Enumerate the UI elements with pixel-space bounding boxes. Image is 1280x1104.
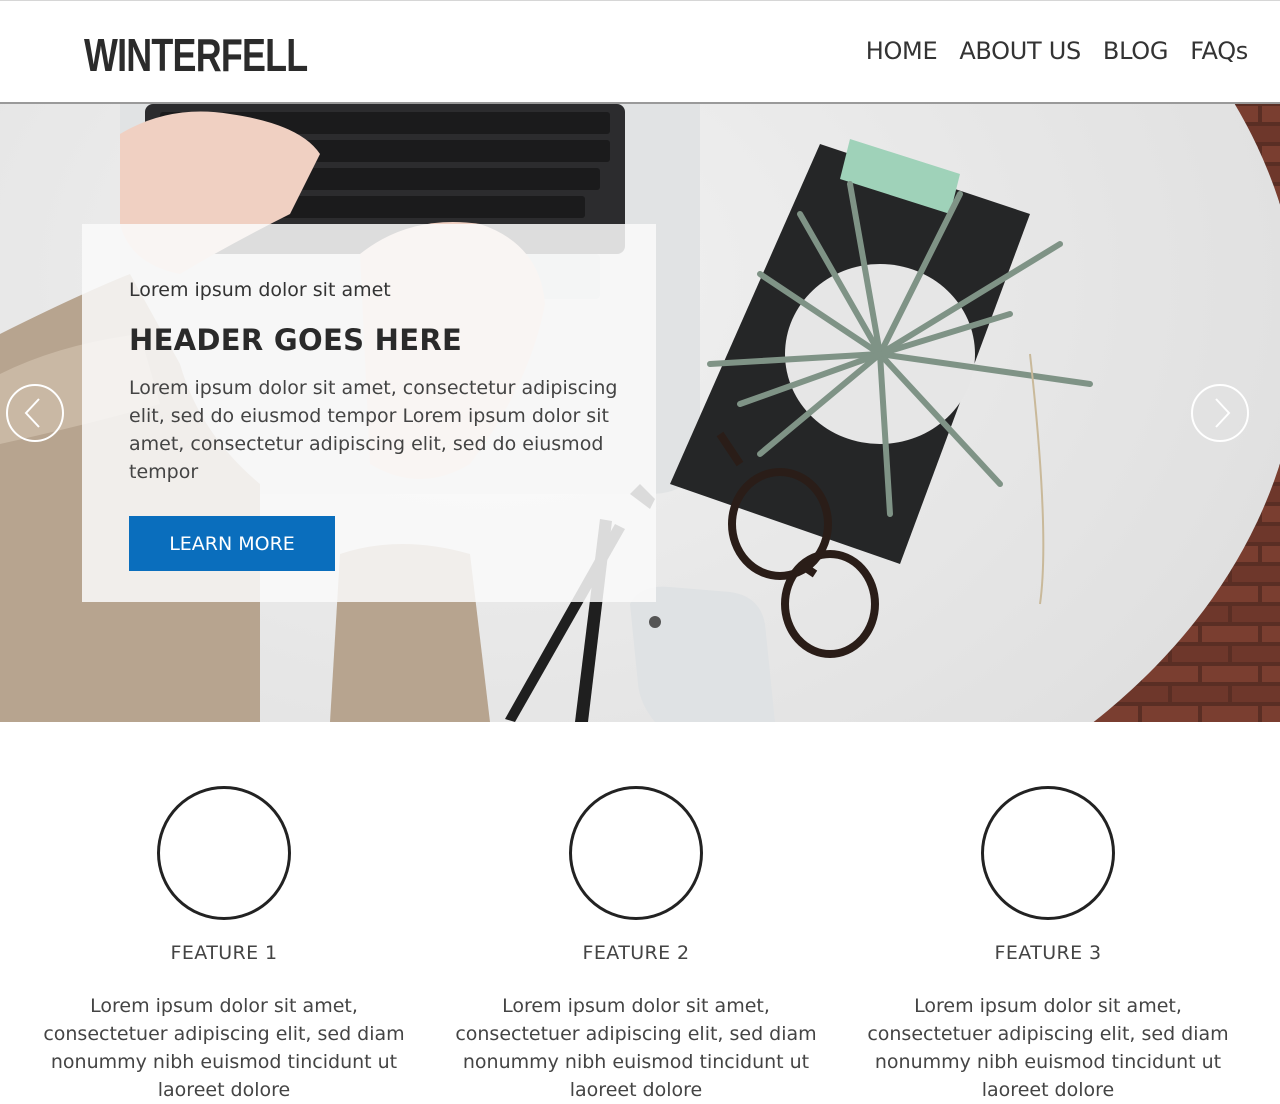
hero-carousel: Lorem ipsum dolor sit amet HEADER GOES H… bbox=[0, 104, 1280, 722]
carousel-prev-button[interactable] bbox=[6, 384, 64, 442]
hero-kicker: Lorem ipsum dolor sit amet bbox=[129, 279, 391, 301]
feature-2-title: FEATURE 2 bbox=[582, 942, 690, 964]
nav-about-us[interactable]: ABOUT US bbox=[959, 37, 1081, 65]
logo[interactable]: WINTERFELL bbox=[84, 27, 308, 83]
features-section: FEATURE 1 Lorem ipsum dolor sit amet, co… bbox=[0, 722, 1280, 1101]
feature-2-circle-icon bbox=[569, 786, 703, 920]
feature-3-circle-icon bbox=[981, 786, 1115, 920]
nav-home[interactable]: HOME bbox=[866, 37, 938, 65]
feature-3-title: FEATURE 3 bbox=[994, 942, 1102, 964]
hero-title: HEADER GOES HERE bbox=[129, 323, 463, 357]
nav-blog[interactable]: BLOG bbox=[1103, 37, 1169, 65]
nav-faqs[interactable]: FAQs bbox=[1190, 37, 1248, 65]
feature-1-title: FEATURE 1 bbox=[170, 942, 278, 964]
feature-3-text: Lorem ipsum dolor sit amet, consectetuer… bbox=[867, 995, 1229, 1101]
chevron-right-icon bbox=[1215, 398, 1231, 428]
hero-text: Lorem ipsum dolor sit amet, consectetur … bbox=[129, 377, 618, 483]
site-header: WINTERFELL HOME ABOUT US BLOG FAQs bbox=[0, 0, 1280, 104]
main-nav: HOME ABOUT US BLOG FAQs bbox=[866, 37, 1249, 65]
learn-more-button[interactable]: LEARN MORE bbox=[129, 516, 335, 571]
hero-card: Lorem ipsum dolor sit amet HEADER GOES H… bbox=[82, 224, 656, 602]
chevron-left-icon bbox=[24, 398, 40, 428]
feature-1-text: Lorem ipsum dolor sit amet, consectetuer… bbox=[43, 995, 405, 1101]
carousel-next-button[interactable] bbox=[1191, 384, 1249, 442]
feature-1-circle-icon bbox=[157, 786, 291, 920]
feature-2-text: Lorem ipsum dolor sit amet, consectetuer… bbox=[455, 995, 817, 1101]
